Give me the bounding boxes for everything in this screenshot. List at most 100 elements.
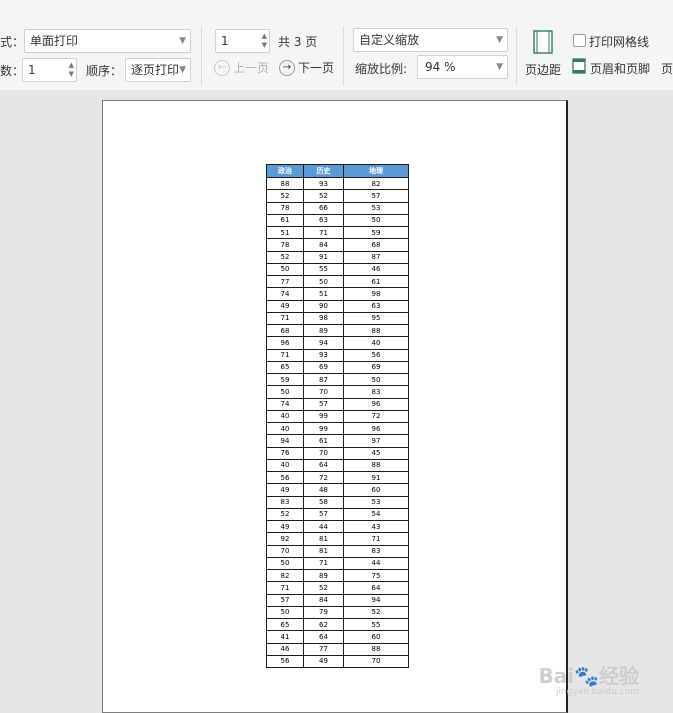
watermark-brand: Bai🐾经验 [538,664,640,688]
table-cell: 57 [303,397,344,411]
chevron-down-icon: ▼ [179,36,186,46]
table-row: 68 89 88 [266,323,409,338]
table-cell: 56 [343,348,409,362]
table-cell: 58 [303,495,344,509]
stepper-arrows-icon[interactable]: ▲ ▼ [262,32,267,50]
zoom-mode-select[interactable]: 自定义缩放 ▼ [353,28,508,52]
table-cell: 53 [343,201,409,215]
table-cell: 82 [343,176,409,191]
next-page-button[interactable]: → 下一页 [279,59,334,76]
table-cell: 44 [303,519,344,534]
table-cell: 54 [343,507,409,522]
zoom-ratio-select[interactable]: 94 % ▼ [417,55,508,79]
table-cell: 77 [303,642,344,656]
table-cell: 72 [303,470,344,485]
table-cell: 50 [266,556,304,571]
table-row: 83 58 53 [266,495,409,509]
table-row: 65 69 69 [266,360,409,375]
table-cell: 87 [343,250,409,264]
table-row: 77 50 61 [266,274,409,289]
table-cell: 60 [343,483,409,497]
page-margins-icon [533,30,553,54]
baidu-watermark: Bai🐾经验 jingyan.baidu.com [539,660,640,697]
chevron-down-icon: ▼ [179,65,186,75]
print-gridlines-checkbox[interactable] [573,34,586,47]
table-cell: 69 [343,360,409,375]
table-cell: 71 [303,556,344,571]
table-cell: 88 [343,323,409,338]
table-row: 50 71 44 [266,556,409,571]
table-row: 50 79 52 [266,605,409,620]
table-cell: 94 [343,593,409,607]
table-cell: 65 [266,617,304,632]
order-label: 顺序： [86,64,123,78]
table-row: 51 71 59 [266,225,409,240]
table-row: 50 70 83 [266,385,409,399]
table-cell: 59 [343,225,409,240]
table-cell: 94 [266,434,304,448]
table-cell: 70 [266,544,304,558]
table-cell: 70 [303,385,344,399]
table-row: 96 94 40 [266,336,409,350]
table-cell: 99 [303,421,344,436]
table-cell: 66 [303,201,344,215]
header-footer-button[interactable]: 页眉和页脚 [590,60,650,77]
table-cell: 57 [266,593,304,607]
zoom-ratio-value: 94 % [425,60,456,74]
table-cell: 57 [303,507,344,522]
column-header: 地理 [343,164,409,178]
prev-page-button[interactable]: ← 上一页 [214,59,269,76]
table-row: 94 61 97 [266,434,409,448]
table-row: 71 98 95 [266,311,409,326]
table-cell: 65 [266,360,304,375]
copies-value: 1 [28,63,36,77]
table-cell: 53 [343,495,409,509]
table-row: 49 48 60 [266,483,409,497]
table-cell: 88 [343,458,409,473]
more-options-button[interactable]: 页 [661,60,673,77]
print-mode-select[interactable]: 单面打印 ▼ [24,29,191,53]
print-order-select[interactable]: 逐页打印 ▼ [125,58,191,82]
table-row: 52 57 54 [266,507,409,522]
table-cell: 81 [303,544,344,558]
table-row: 78 66 53 [266,201,409,215]
table-cell: 83 [266,495,304,509]
table-cell: 71 [303,225,344,240]
table-cell: 84 [303,593,344,607]
table-row: 88 93 82 [266,176,409,191]
header-footer-icon[interactable] [572,58,586,74]
table-cell: 96 [343,397,409,411]
margins-button[interactable]: 页边距 [525,30,561,82]
stepper-arrows-icon[interactable]: ▲ ▼ [69,61,74,79]
table-row: 78 84 68 [266,238,409,252]
table-row: 74 51 98 [266,287,409,301]
table-cell: 72 [343,409,409,424]
table-row: 70 81 83 [266,544,409,558]
table-cell: 83 [343,385,409,399]
table-cell: 40 [266,409,304,424]
table-cell: 60 [343,630,409,644]
page-number-value: 1 [221,34,229,48]
table-row: 56 49 70 [266,654,409,669]
table-cell: 70 [303,446,344,460]
table-cell: 46 [266,642,304,656]
table-row: 71 93 56 [266,348,409,362]
total-pages-text: 共 3 页 [278,35,318,49]
toolbar-divider [516,26,517,86]
copies-stepper[interactable]: 1 ▲ ▼ [22,58,77,82]
table-row: 40 99 72 [266,409,409,424]
arrow-left-icon: ← [214,59,230,76]
table-cell: 83 [343,544,409,558]
column-header: 历史 [303,164,344,178]
page-number-input[interactable]: 1 ▲ ▼ [215,29,270,53]
table-cell: 63 [303,213,344,228]
table-cell: 40 [266,421,304,436]
table-cell: 51 [303,287,344,301]
table-cell: 98 [303,311,344,326]
table-cell: 96 [266,336,304,350]
table-cell: 99 [303,409,344,424]
table-cell: 52 [303,189,344,203]
table-cell: 93 [303,176,344,191]
table-cell: 62 [303,617,344,632]
table-cell: 40 [266,458,304,473]
